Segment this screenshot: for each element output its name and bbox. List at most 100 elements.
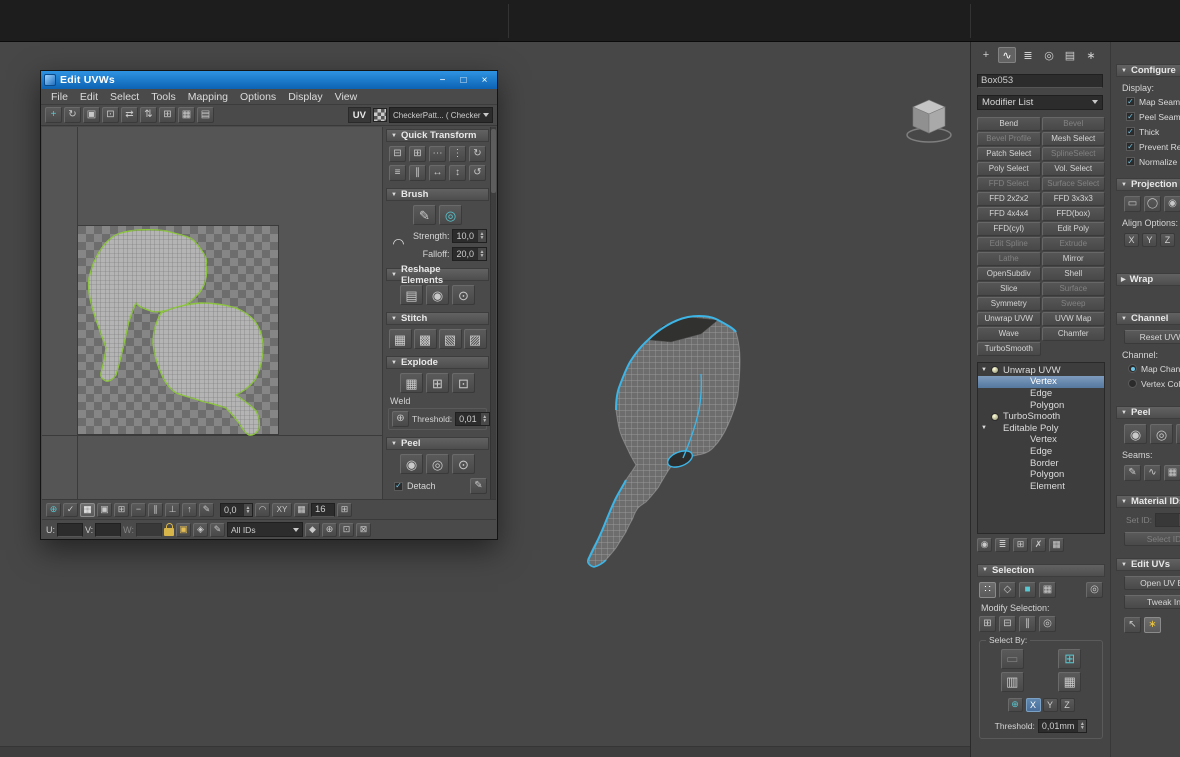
move-vertical-icon[interactable]: ∥ [148,502,163,517]
modifier-preset-button[interactable]: Edit Spline [977,236,1041,251]
modifier-visibility-bulb-icon[interactable] [991,412,999,421]
paint-move-brush-icon[interactable]: ✎ [413,205,436,225]
filter-selected-faces-icon[interactable]: ◈ [193,522,209,537]
stack-item[interactable]: Polygon [978,469,1104,481]
rotate-cw-90-icon[interactable]: ↻ [469,146,486,162]
modify-tab-icon[interactable]: ∿ [998,47,1016,63]
rollout-header[interactable]: Peel [386,437,489,450]
checkbox[interactable] [1126,112,1135,121]
menu-item[interactable]: Display [282,91,328,103]
normal-axis-icon[interactable]: ⊕ [1007,697,1023,712]
modifier-preset-button[interactable]: FFD 4x4x4 [977,206,1041,221]
stack-item[interactable]: TurboSmooth [978,411,1104,423]
arc-select-icon[interactable]: ◠ [255,502,270,517]
rollout-header-wrap[interactable]: Wrap [1116,273,1180,286]
spinner-arrows-icon[interactable] [243,503,252,516]
modifier-preset-button[interactable]: UVW Map [1041,311,1105,326]
planar-threshold-icon[interactable]: ▭ [1000,648,1024,669]
modifier-preset-button[interactable]: Lathe [977,251,1041,266]
modifier-preset-button[interactable]: Mesh Select [1041,131,1105,146]
falloff-curve-icon[interactable]: ◠ [388,230,409,256]
quick-peel-icon[interactable]: ◉ [400,454,423,474]
polygon-mode-icon[interactable]: ■ [1019,581,1036,598]
modifier-preset-button[interactable]: Mirror [1041,251,1105,266]
remove-modifier-icon[interactable]: ✗ [1031,537,1046,552]
space-horizontal-icon[interactable]: ⋯ [429,146,446,162]
rollout-header[interactable]: Stitch [386,312,489,325]
point-to-point-seam-icon[interactable]: ∿ [1144,465,1161,481]
rotate-tool-icon[interactable]: ↻ [64,107,81,123]
rollout-header-peel[interactable]: Peel [1116,406,1180,419]
snap-grid-icon[interactable]: ⊞ [159,107,176,123]
modifier-preset-button[interactable]: Slice [977,281,1041,296]
uv-space-toggle[interactable]: UV [347,107,371,123]
checkbox[interactable] [1126,97,1135,106]
align-axis-button[interactable]: Y [1142,233,1157,247]
modifier-preset-button[interactable]: Unwrap UVW [977,311,1041,326]
align-axis-button[interactable]: Z [1160,233,1175,247]
rollout-header[interactable]: Quick Transform [386,129,489,142]
stack-item[interactable]: Vertex [978,434,1104,446]
modifier-preset-button[interactable]: Surface [1041,281,1105,296]
zoom-region-icon[interactable]: ⊡ [339,522,355,537]
axis-toggle-button[interactable]: Z [1059,697,1075,712]
texture-checker-toggle-icon[interactable]: ▦ [80,502,95,517]
modifier-preset-button[interactable]: SplineSelect [1041,146,1105,161]
pack-uvs-icon[interactable]: ▦ [178,107,195,123]
distribute-horizontal-icon[interactable]: ↔ [429,165,446,181]
modifier-preset-button[interactable]: Patch Select [977,146,1041,161]
rollout-header-edit-uvs[interactable]: Edit UVs [1116,558,1180,571]
stack-item[interactable]: Polygon [978,399,1104,411]
stack-expand-arrow-icon[interactable] [981,425,990,431]
modifier-preset-button[interactable]: Bevel Profile [977,131,1041,146]
stitch-to-average-icon[interactable]: ▩ [413,329,437,349]
stack-item[interactable]: Editable Poly [978,422,1104,434]
utilities-tab-icon[interactable]: ∗ [1082,47,1100,63]
pin-stack-icon[interactable]: ◉ [977,537,992,552]
minimize-button[interactable]: − [432,73,453,87]
create-tab-icon[interactable]: + [977,47,995,63]
configure-modifier-sets-icon[interactable]: ▦ [1049,537,1064,552]
view-gizmo-icon[interactable] [898,97,960,145]
stack-item[interactable]: Unwrap UVW [978,365,1104,377]
straighten-selection-icon[interactable]: ▤ [400,285,423,305]
freeform-gizmo-icon[interactable]: ⊡ [102,107,119,123]
rollout-header[interactable]: Reshape Elements [386,264,489,286]
channel-radio-row[interactable]: Vertex Color [1128,377,1180,390]
peel-mode-icon[interactable]: ◎ [426,454,449,474]
spinner-arrows-icon[interactable] [477,248,486,260]
rollout-header-material-ids[interactable]: Material IDs [1116,495,1180,508]
modifier-preset-button[interactable]: TurboSmooth [977,341,1041,356]
make-unique-icon[interactable]: ⊞ [1013,537,1028,552]
hierarchy-tab-icon[interactable]: ≣ [1019,47,1037,63]
radio-button[interactable] [1128,379,1137,388]
checkbox[interactable] [1126,157,1135,166]
stitch-custom-icon[interactable]: ▦ [388,329,412,349]
grow-selection-icon[interactable]: ⊞ [979,615,996,632]
uv-editor-canvas[interactable] [42,127,383,500]
uv-islands[interactable] [42,127,383,500]
menu-item[interactable]: Edit [74,91,104,103]
falloff-spinner[interactable]: 20,0 [452,247,487,261]
stitch-to-source-icon[interactable]: ▧ [438,329,462,349]
rollout-header-channel[interactable]: Channel [1116,312,1180,325]
reset-peel-icon[interactable]: ⊙ [1176,424,1180,444]
flatten-by-material-icon[interactable]: ⊞ [426,373,449,393]
strength-spinner[interactable]: 10,0 [452,229,487,243]
rollout-header-projection[interactable]: Projection [1116,178,1180,191]
u-field[interactable] [57,522,83,537]
vertex-mode-icon[interactable]: ∷ [979,581,996,598]
stack-item[interactable]: Border [978,457,1104,469]
spinner-arrows-icon[interactable] [477,230,486,242]
show-end-result-icon[interactable]: ≣ [995,537,1010,552]
select-by-smoothing-icon[interactable]: ▦ [1058,671,1082,692]
zoom-tool-icon[interactable]: ⊕ [322,522,338,537]
menu-item[interactable]: Mapping [182,91,234,103]
pan-tool-icon[interactable]: ◆ [305,522,321,537]
linear-align-icon[interactable]: ∥ [409,165,426,181]
zoom-extents-icon[interactable]: ⊠ [356,522,372,537]
peel-seams-checkbox[interactable]: Peel Seams [1126,110,1180,123]
modifier-preset-button[interactable]: Shell [1041,266,1105,281]
modifier-preset-button[interactable]: FFD(cyl) [977,221,1041,236]
rotate-ccw-90-icon[interactable]: ↺ [469,165,486,181]
